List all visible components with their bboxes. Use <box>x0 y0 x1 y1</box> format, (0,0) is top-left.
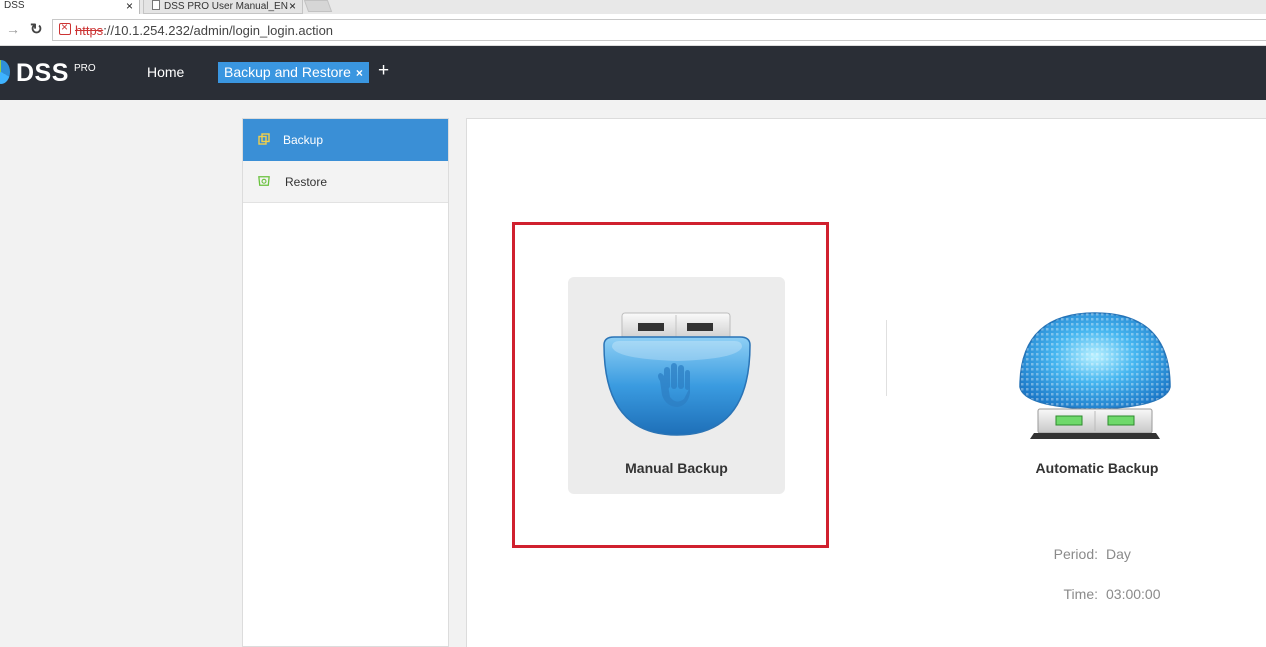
close-icon[interactable]: × <box>356 66 363 80</box>
period-row: Period: Day <box>1046 546 1131 562</box>
time-row: Time: 03:00:00 <box>1046 586 1161 602</box>
browser-toolbar: → ↻ https://10.1.254.232/admin/login_log… <box>0 14 1266 46</box>
document-icon <box>152 0 160 10</box>
reload-icon[interactable]: ↻ <box>30 20 43 38</box>
close-icon[interactable]: × <box>289 0 296 12</box>
copy-icon <box>258 133 270 145</box>
browser-tab-manual[interactable]: DSS PRO User Manual_EN × <box>143 0 303 14</box>
menu-item-label: Restore <box>285 175 328 189</box>
menu-item-backup[interactable]: Backup <box>243 119 448 161</box>
tab-label: Backup and Restore <box>224 64 351 80</box>
add-tab-button[interactable]: + <box>378 60 389 82</box>
automatic-backup-label[interactable]: Automatic Backup <box>990 460 1204 476</box>
browser-tab-strip: DSS × DSS PRO User Manual_EN × <box>0 0 1266 14</box>
browser-tab-dss[interactable]: DSS × <box>0 0 140 14</box>
url-protocol: https <box>75 23 104 38</box>
nav-home-link[interactable]: Home <box>147 64 184 80</box>
tab-backup-and-restore[interactable]: Backup and Restore × <box>218 62 369 83</box>
restore-icon <box>258 176 270 186</box>
browser-tab-title: DSS PRO User Manual_EN <box>164 1 288 12</box>
menu-item-restore[interactable]: Restore <box>243 161 448 203</box>
new-tab-button[interactable] <box>303 0 333 12</box>
time-value: 03:00:00 <box>1106 586 1161 602</box>
menu-item-label: Backup <box>283 133 324 147</box>
close-icon[interactable]: × <box>126 0 133 12</box>
address-bar[interactable]: https://10.1.254.232/admin/login_login.a… <box>52 19 1266 41</box>
logo-superscript: PRO <box>74 63 96 74</box>
divider <box>886 320 887 396</box>
forward-arrow-icon[interactable]: → <box>6 21 20 37</box>
side-menu: Backup Restore <box>242 118 449 647</box>
insecure-lock-icon[interactable] <box>59 20 71 35</box>
app-header: DSS PRO Home Backup and Restore × + <box>0 46 1266 100</box>
period-value: Day <box>1106 546 1131 562</box>
time-label: Time: <box>1063 586 1098 602</box>
url-path: ://10.1.254.232/admin/login_login.action <box>103 23 334 38</box>
period-label: Period: <box>1053 546 1098 562</box>
browser-tab-title: DSS <box>4 0 25 11</box>
logo-text: DSS <box>16 59 69 87</box>
url-text: https://10.1.254.232/admin/login_login.a… <box>75 23 333 38</box>
logo-icon <box>0 60 10 84</box>
highlight-box <box>512 222 829 548</box>
